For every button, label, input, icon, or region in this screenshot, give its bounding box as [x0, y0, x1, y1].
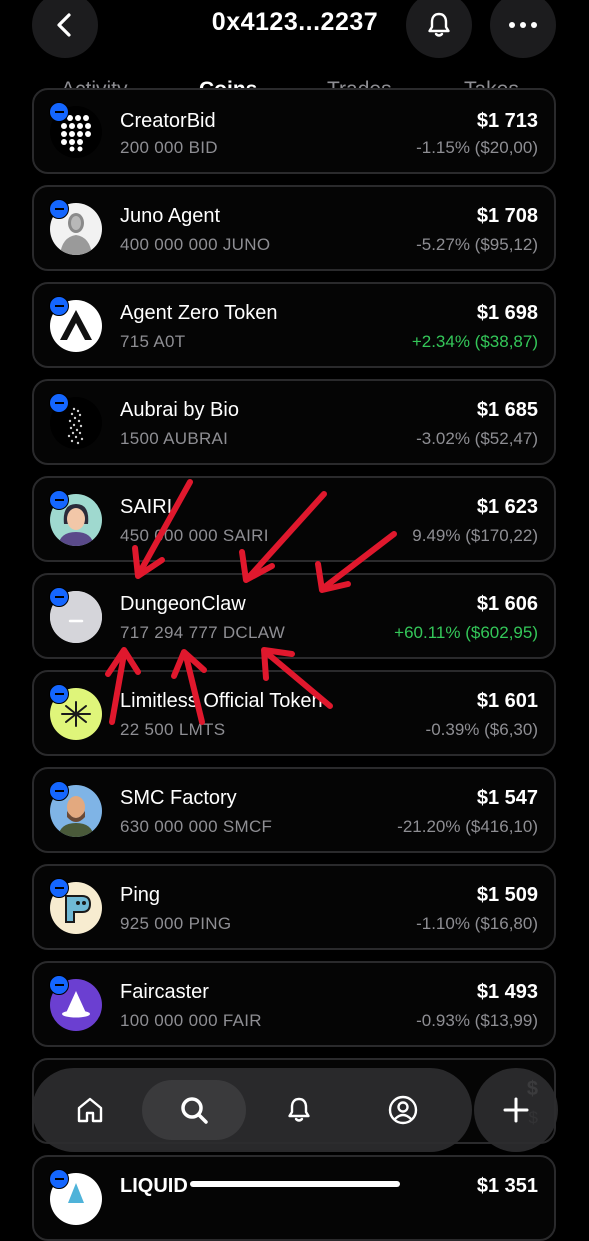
bottom-nav-bar	[32, 1068, 472, 1152]
coin-change: -3.02% ($52,47)	[416, 429, 538, 448]
coin-amount: 400 000 000 JUNO	[120, 235, 271, 254]
home-indicator	[190, 1181, 400, 1187]
nav-search[interactable]	[142, 1080, 246, 1140]
coin-amount: 200 000 BID	[120, 138, 218, 157]
coin-value: $1 493	[476, 981, 538, 1003]
more-dots-icon	[509, 22, 537, 28]
nav-profile[interactable]	[373, 1080, 433, 1140]
bell-icon	[428, 12, 450, 37]
remove-badge-icon[interactable]	[49, 684, 69, 704]
remove-badge-icon[interactable]	[49, 102, 69, 122]
coin-amount: 450 000 000 SAIRI	[120, 526, 269, 545]
add-button[interactable]	[474, 1068, 558, 1152]
nav-home[interactable]	[60, 1080, 120, 1140]
back-button[interactable]	[32, 0, 98, 58]
home-icon	[77, 1097, 103, 1123]
coin-change: -1.15% ($20,00)	[416, 138, 538, 157]
profile-icon	[388, 1095, 418, 1125]
coin-row-smc-factory[interactable]: SMC Factory 630 000 000 SMCF $1 547 -21.…	[32, 767, 556, 853]
coin-change: -0.93% ($13,99)	[416, 1011, 538, 1030]
more-button[interactable]	[490, 0, 556, 58]
coin-name: CreatorBid	[120, 110, 216, 132]
coin-amount: 715 A0T	[120, 332, 186, 351]
remove-badge-icon[interactable]	[49, 199, 69, 219]
coin-name: Limitless Official Token	[120, 690, 323, 712]
remove-badge-icon[interactable]	[49, 1169, 69, 1189]
remove-badge-icon[interactable]	[49, 393, 69, 413]
chevron-left-icon	[57, 13, 71, 37]
coin-value: $1 698	[476, 302, 538, 324]
coin-row-sairi[interactable]: SAIRI 450 000 000 SAIRI $1 623 9.49% ($1…	[32, 476, 556, 562]
coin-name: Aubrai by Bio	[120, 399, 239, 421]
coin-change: -1.10% ($16,80)	[416, 914, 538, 933]
coin-name: SMC Factory	[120, 787, 237, 809]
bell-icon	[288, 1097, 310, 1122]
coin-name: Ping	[120, 884, 161, 906]
coin-change: -5.27% ($95,12)	[416, 235, 538, 254]
coin-change: -21.20% ($416,10)	[397, 817, 538, 836]
coin-change: +60.11% ($602,95)	[394, 623, 538, 642]
coin-amount: 1500 AUBRAI	[120, 429, 229, 448]
coin-amount: 22 500 LMTS	[120, 720, 226, 739]
coin-name: Agent Zero Token	[120, 302, 278, 324]
nav-notifications[interactable]	[269, 1080, 329, 1140]
coin-row-dungeonclaw[interactable]: DungeonClaw 717 294 777 DCLAW $1 606 +60…	[32, 573, 556, 659]
coin-change: -0.39% ($6,30)	[425, 720, 538, 739]
remove-badge-icon[interactable]	[49, 975, 69, 995]
remove-badge-icon[interactable]	[49, 781, 69, 801]
coin-name: Faircaster	[120, 981, 209, 1003]
remove-badge-icon[interactable]	[49, 296, 69, 316]
coin-row-aubrai[interactable]: Aubrai by Bio 1500 AUBRAI $1 685 -3.02% …	[32, 379, 556, 465]
coin-name: LIQUID	[120, 1175, 188, 1197]
coin-row-liquid[interactable]: LIQUID $1 351	[32, 1155, 556, 1241]
coin-value: $1 708	[476, 205, 538, 227]
remove-badge-icon[interactable]	[49, 587, 69, 607]
coin-row-agent-zero-token[interactable]: Agent Zero Token 715 A0T $1 698 +2.34% (…	[32, 282, 556, 368]
coin-change: +2.34% ($38,87)	[411, 332, 538, 351]
coin-name: SAIRI	[120, 496, 173, 518]
coin-value: $1 623	[476, 496, 538, 518]
coin-row-faircaster[interactable]: Faircaster 100 000 000 FAIR $1 493 -0.93…	[32, 961, 556, 1047]
coin-amount: 630 000 000 SMCF	[120, 817, 273, 836]
coin-value: $1 547	[476, 787, 538, 809]
coin-row-creatorbid[interactable]: CreatorBid 200 000 BID $1 713 -1.15% ($2…	[32, 88, 556, 174]
coin-amount: 100 000 000 FAIR	[120, 1011, 262, 1030]
plus-icon	[503, 1097, 529, 1123]
coin-value: $1 601	[476, 690, 538, 712]
coin-amount: 717 294 777 DCLAW	[120, 623, 286, 642]
coin-row-juno-agent[interactable]: Juno Agent 400 000 000 JUNO $1 708 -5.27…	[32, 185, 556, 271]
coin-value: $1 509	[476, 884, 538, 906]
coin-amount: 925 000 PING	[120, 914, 232, 933]
coin-change: 9.49% ($170,22)	[412, 526, 538, 545]
coin-value: $1 713	[476, 110, 538, 132]
coin-value: $1 606	[476, 593, 538, 615]
coin-value: $1 351	[476, 1175, 538, 1197]
remove-badge-icon[interactable]	[49, 878, 69, 898]
page-title: 0x4123...2237	[211, 8, 379, 36]
remove-badge-icon[interactable]	[49, 490, 69, 510]
coin-name: Juno Agent	[120, 205, 221, 227]
notifications-button[interactable]	[406, 0, 472, 58]
coin-row-limitless[interactable]: Limitless Official Token 22 500 LMTS $1 …	[32, 670, 556, 756]
coin-name: DungeonClaw	[120, 593, 246, 615]
coin-row-ping[interactable]: Ping 925 000 PING $1 509 -1.10% ($16,80)	[32, 864, 556, 950]
search-icon	[181, 1097, 208, 1124]
coin-value: $1 685	[476, 399, 538, 421]
